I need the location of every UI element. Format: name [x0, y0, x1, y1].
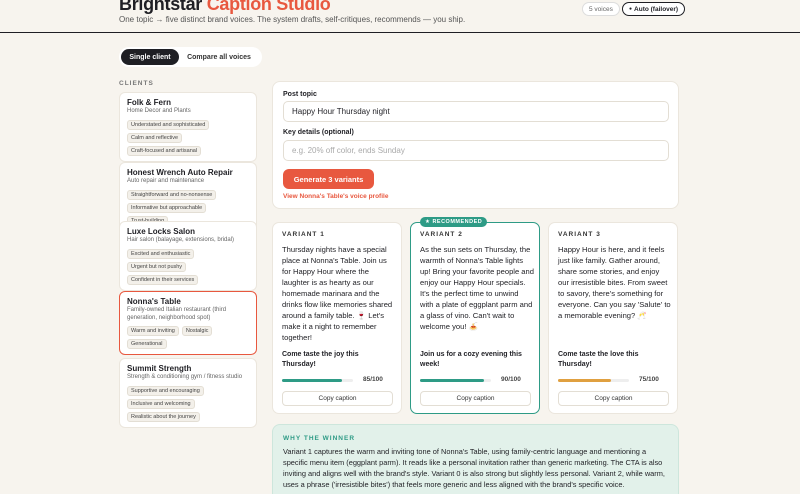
score-bar	[558, 379, 629, 382]
client-desc: Hair salon (balayage, extensions, bridal…	[127, 237, 235, 243]
mode-dot-icon: ●	[629, 6, 633, 12]
tagline: One topic → five distinct brand voices. …	[119, 15, 466, 24]
voice-tag: Generational	[127, 339, 167, 349]
app-header: Brightstar Caption Studio One topic → fi…	[0, 0, 800, 33]
post-form: Post topic Happy Hour Thursday night Key…	[272, 81, 679, 209]
variant-cta: Join us for a cozy evening this week!	[420, 351, 522, 368]
voice-tag: Understated and sophisticated	[127, 119, 210, 130]
voice-tag: Confident in their services	[127, 274, 199, 285]
voice-tag: Nostalgic	[181, 326, 213, 336]
variant-cta: Come taste the love this Thursday!	[558, 351, 639, 368]
client-name: Honest Wrench Auto Repair	[127, 168, 233, 177]
voice-tag: Inclusive and welcoming	[127, 398, 195, 409]
score-text: 85/100	[363, 376, 383, 383]
voice-tag: Craft-focused and artisanal	[127, 145, 202, 156]
voice-tag: Straightforward and no-nonsense	[127, 189, 217, 200]
client-desc: Family-owned Italian restaurant (third g…	[127, 307, 227, 321]
copy-caption-button[interactable]: Copy caption	[420, 391, 531, 406]
client-name: Summit Strength	[127, 364, 192, 373]
brand-accent: Caption Studio	[206, 0, 331, 14]
variant-caption: Happy Hour is here, and it feels just li…	[558, 245, 671, 320]
client-desc: Auto repair and maintenance	[127, 178, 205, 184]
voice-profile-link[interactable]: View Nonna's Table's voice profile	[283, 193, 388, 200]
brand-name: Brightstar	[119, 0, 203, 14]
variant-card-3: VARIANT 3 Happy Hour is here, and it fee…	[548, 222, 678, 414]
details-input[interactable]: e.g. 20% off color, ends Sunday	[283, 140, 669, 161]
variant-caption: Thursday nights have a special place at …	[282, 245, 393, 342]
mode-label: Auto (failover)	[634, 5, 679, 13]
recommended-label: RECOMMENDED	[432, 219, 483, 225]
copy-caption-button[interactable]: Copy caption	[558, 391, 669, 406]
variant-label: VARIANT 1	[282, 231, 325, 238]
variant-caption: As the sun sets on Thursday, the warmth …	[420, 245, 534, 331]
voice-tag: Informative but approachable	[127, 202, 207, 213]
view-tabs: Single client Compare all voices	[119, 47, 262, 67]
details-label: Key details (optional)	[283, 129, 354, 136]
star-icon: ★	[425, 219, 431, 225]
topic-label: Post topic	[283, 91, 317, 98]
score-bar-fill	[420, 379, 484, 382]
winner-heading: WHY THE WINNER	[283, 435, 356, 442]
voice-tag: Calm and reflective	[127, 132, 183, 143]
variant-cta: Come taste the joy this Thursday!	[282, 351, 359, 368]
tab-single-client[interactable]: Single client	[121, 49, 179, 65]
client-card-summit-strength[interactable]: Summit Strength Strength & conditioning …	[119, 358, 257, 428]
voice-tag: Urgent but not pushy	[127, 261, 187, 272]
recommended-badge: ★ RECOMMENDED	[420, 217, 488, 227]
variant-card-2: VARIANT 2 As the sun sets on Thursday, t…	[410, 222, 540, 414]
score-text: 75/100	[639, 376, 659, 383]
voice-tag: Warm and inviting	[127, 326, 179, 336]
client-card-nonnas-table[interactable]: Nonna's Table Family-owned Italian resta…	[119, 291, 257, 355]
tab-compare-all[interactable]: Compare all voices	[179, 49, 259, 65]
clients-heading: CLIENTS	[119, 80, 154, 87]
winner-explanation: WHY THE WINNER Variant 1 captures the wa…	[272, 424, 679, 494]
copy-caption-button[interactable]: Copy caption	[282, 391, 393, 406]
voice-tag: Realistic about the journey	[127, 411, 200, 422]
client-card-luxe-locks[interactable]: Luxe Locks Salon Hair salon (balayage, e…	[119, 221, 257, 291]
winner-text: Variant 1 captures the warm and inviting…	[283, 447, 665, 489]
client-desc: Home Decor and Plants	[127, 108, 191, 114]
voice-tag: Supportive and encouraging	[127, 385, 204, 396]
variant-card-1: VARIANT 1 Thursday nights have a special…	[272, 222, 402, 414]
topic-input[interactable]: Happy Hour Thursday night	[283, 101, 669, 122]
voice-tag: Excited and enthusiastic	[127, 248, 195, 259]
variant-label: VARIANT 2	[420, 231, 463, 238]
score-bar	[282, 379, 353, 382]
client-name: Nonna's Table	[127, 297, 181, 306]
score-text: 90/100	[501, 376, 521, 383]
client-card-folk-fern[interactable]: Folk & Fern Home Decor and Plants Unders…	[119, 92, 257, 162]
generate-button[interactable]: Generate 3 variants	[283, 169, 374, 189]
variant-label: VARIANT 3	[558, 231, 601, 238]
mode-toggle-button[interactable]: ● Auto (failover)	[622, 2, 686, 16]
client-name: Folk & Fern	[127, 98, 172, 107]
score-bar-fill	[558, 379, 612, 382]
score-bar	[420, 379, 491, 382]
voices-count-badge: 5 voices	[582, 2, 620, 16]
client-name: Luxe Locks Salon	[127, 227, 196, 236]
client-desc: Strength & conditioning gym / fitness st…	[127, 374, 243, 380]
brand-title: Brightstar Caption Studio	[119, 0, 331, 15]
score-bar-fill	[282, 379, 343, 382]
